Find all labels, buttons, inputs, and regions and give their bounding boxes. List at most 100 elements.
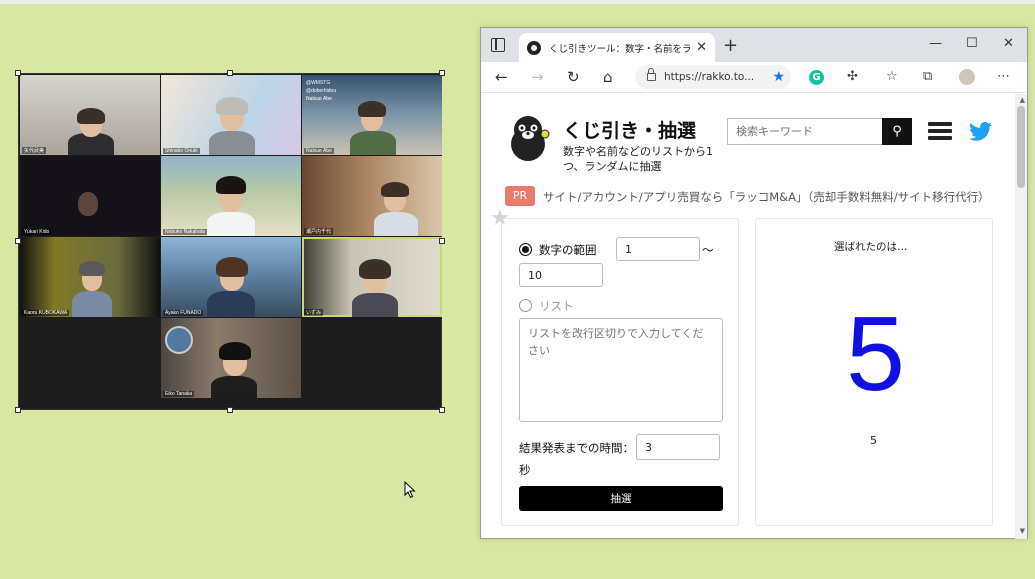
maximize-button[interactable]: ☐ [966,36,978,51]
participant-tile[interactable]: Nobuko Nakahata [161,156,301,236]
twitter-line: @doberhidou [306,88,337,94]
participant-name: Kaoru KUBOKAWA [22,310,70,316]
lock-icon [647,68,656,81]
range-to-input[interactable] [519,263,603,287]
list-textarea[interactable] [519,318,723,422]
participant-name: 矢代武美 [22,147,47,154]
participant-body [72,291,112,317]
navigation-bar: ← → ↻ ⌂ https://rakko.to... ★ G ✣ ☆ ⧉ ⋯ [481,62,1027,93]
result-value-large: 5 [846,295,905,413]
result-label: 選ばれたのは… [834,241,908,253]
tab-bar: くじ引きツール：数字・名前をランダム ✕ + — ☐ ✕ [481,28,1027,62]
participant-hair [216,176,246,194]
search-button[interactable]: ⚲ [882,118,912,145]
participant-tile[interactable]: @WMSTG @doberhidou Natsue Abe Natsue Abe [302,75,442,155]
scroll-up-icon[interactable]: ▲ [1020,96,1025,104]
participant-tile[interactable]: Shinako Onuki [161,75,301,155]
url-text: https://rakko.to... [664,71,755,83]
top-strip [0,0,1035,4]
resize-handle[interactable] [439,407,445,413]
participant-body [209,131,255,155]
participant-body [207,212,255,236]
participant-body [211,376,257,398]
result-card: 選ばれたのは… 5 5 [755,218,993,526]
tab-title: くじ引きツール：数字・名前をランダム [549,43,691,55]
participant-tile[interactable]: Kaoru KUBOKAWA [20,237,160,317]
participant-tile[interactable]: 矢代武美 [20,75,160,155]
floating-star-icon: ★ [490,206,510,231]
range-from-input[interactable] [616,237,700,261]
twitter-icon[interactable] [969,122,993,142]
grammarly-extension-icon[interactable]: G [809,70,824,85]
draw-button[interactable]: 抽選 [519,486,723,511]
search-input[interactable] [727,118,883,145]
participant-name: Natsue Abe [304,148,334,154]
forward-button[interactable]: → [531,68,544,86]
mouse-cursor-icon [404,481,416,499]
favorite-star-icon[interactable]: ★ [772,69,785,85]
resize-handle[interactable] [227,70,233,76]
participant-hair [219,342,251,360]
video-call-grid[interactable]: 矢代武美 Shinako Onuki @WMSTG @doberhidou Na… [18,73,442,410]
participant-tile[interactable]: Ayako FUNADO [161,237,301,317]
participant-body [374,212,418,236]
participant-hair [77,108,105,124]
search-icon: ⚲ [892,124,902,139]
home-button[interactable]: ⌂ [603,68,613,86]
minimize-button[interactable]: — [929,36,942,51]
site-subtitle: 数字や名前などのリストから1つ、ランダムに抽選 [563,145,713,173]
participant-tile[interactable]: 瀬戸内千代 [302,156,442,236]
more-menu-icon[interactable]: ⋯ [997,69,1010,84]
resize-handle[interactable] [15,238,21,244]
resize-handle[interactable] [227,407,233,413]
resize-handle[interactable] [439,70,445,76]
close-tab-icon[interactable]: ✕ [696,40,707,55]
participant-hair [381,182,409,197]
participant-body [207,291,255,317]
participant-name: Nobuko Nakahata [163,229,208,235]
list-label: リスト [539,299,574,313]
participant-tile-active-speaker[interactable]: いずみ [302,237,442,317]
resize-handle[interactable] [15,407,21,413]
delay-label: 結果発表までの時間： [519,441,634,455]
site-title: くじ引き・抽選 [563,120,697,142]
tab-actions-icon[interactable] [491,38,505,52]
profile-avatar[interactable] [959,69,975,85]
address-bar[interactable]: https://rakko.to... ★ [635,65,791,89]
lottery-form-card: 数字の範囲 〜 リスト 結果発表までの時間： 秒 抽選 [501,218,739,526]
result-value-small: 5 [870,434,877,447]
scrollbar-thumb[interactable] [1017,106,1025,188]
pr-ad-link[interactable]: サイト/アカウント/アプリ売買なら「ラッコM&A」（売却手数料無料/サイト移行代… [543,189,990,205]
collections-icon[interactable]: ⧉ [923,69,932,84]
back-button[interactable]: ← [495,68,508,86]
site-favicon-icon [527,40,541,55]
participant-tile[interactable]: Eiko Tanaka [161,318,301,398]
extensions-icon[interactable]: ✣ [847,69,858,84]
resize-handle[interactable] [15,70,21,76]
range-radio[interactable] [519,243,532,256]
otter-logo-icon [511,116,550,161]
participant-hair [216,97,248,115]
reload-button[interactable]: ↻ [567,68,580,86]
browser-tab[interactable]: くじ引きツール：数字・名前をランダム ✕ [519,33,715,62]
participant-name: Yukari Kido [22,229,52,235]
new-tab-button[interactable]: + [723,35,738,56]
participant-hair [216,257,248,277]
participant-hair [359,259,391,279]
list-radio[interactable] [519,299,532,312]
twitter-line: Natsue Abe [306,96,332,102]
scroll-down-icon[interactable]: ▼ [1020,527,1025,535]
participant-name: 瀬戸内千代 [304,228,334,235]
participant-name: Shinako Onuki [163,148,200,154]
delay-unit: 秒 [519,463,531,477]
favorites-icon[interactable]: ☆ [886,69,898,84]
delay-input[interactable] [636,434,720,460]
browser-window[interactable]: くじ引きツール：数字・名前をランダム ✕ + — ☐ ✕ ← → ↻ ⌂ htt… [480,27,1028,539]
hamburger-menu-icon[interactable] [928,122,952,140]
participant-name: Eiko Tanaka [163,391,195,397]
web-page: くじ引き・抽選 数字や名前などのリストから1つ、ランダムに抽選 ⚲ PR サイト… [481,94,1015,540]
resize-handle[interactable] [439,238,445,244]
participant-body [352,293,398,317]
close-window-button[interactable]: ✕ [1003,36,1014,51]
participant-tile[interactable]: Yukari Kido [20,156,160,236]
